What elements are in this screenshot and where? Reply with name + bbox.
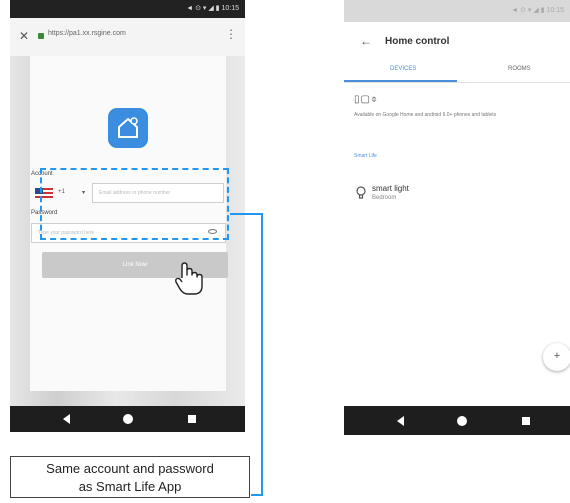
home-nav-icon[interactable] xyxy=(123,414,133,424)
menu-icon[interactable]: ⋮ xyxy=(225,27,237,41)
callout-line-1: Same account and password xyxy=(46,461,214,476)
phone-icon: ⌽ xyxy=(370,94,378,105)
instruction-callout: Same account and password as Smart Life … xyxy=(10,456,250,498)
page-title: Home control xyxy=(385,36,450,47)
recents-nav-icon[interactable] xyxy=(188,415,196,423)
url-text[interactable]: https://pa1.xx.rsgine.com xyxy=(48,30,126,37)
home-control-phone-screen: ◄ ⊙ ▾ ◢ ▮ 10:15 ← Home control DEVICES R… xyxy=(344,0,570,435)
status-bar: ◄ ⊙ ▾ ◢ ▮ 10:15 xyxy=(10,0,245,18)
android-nav-bar xyxy=(10,406,245,432)
android-nav-bar xyxy=(344,406,570,435)
display-icon: ▢ xyxy=(360,94,371,105)
credentials-highlight xyxy=(40,168,229,240)
close-icon[interactable]: ✕ xyxy=(19,29,29,43)
section-header: Smart Life xyxy=(354,153,377,159)
back-nav-icon[interactable] xyxy=(63,414,70,424)
add-button[interactable]: + xyxy=(543,343,570,371)
tab-rooms[interactable]: ROOMS xyxy=(508,66,531,72)
recents-nav-icon[interactable] xyxy=(522,417,530,425)
pointer-hand-icon xyxy=(175,262,203,295)
lock-icon xyxy=(38,33,44,39)
home-nav-icon[interactable] xyxy=(457,416,467,426)
divider xyxy=(344,82,570,83)
availability-note: Available on Google Home and android 6.0… xyxy=(354,112,497,118)
callout-connector xyxy=(230,213,263,215)
app-logo-icon xyxy=(108,108,148,148)
device-room: Bedroom xyxy=(372,195,397,201)
callout-connector xyxy=(251,494,263,496)
device-type-icons: ▯▢⌽ xyxy=(354,94,378,105)
light-bulb-icon xyxy=(356,186,366,199)
back-nav-icon[interactable] xyxy=(397,416,404,426)
device-name[interactable]: smart light xyxy=(372,184,409,193)
back-arrow-icon[interactable]: ← xyxy=(360,34,372,48)
status-bar: ◄ ⊙ ▾ ◢ ▮ 10:15 xyxy=(344,0,570,22)
address-bar: ✕ https://pa1.xx.rsgine.com ⋮ xyxy=(10,18,245,57)
callout-connector xyxy=(261,213,263,496)
callout-line-2: as Smart Life App xyxy=(78,479,182,494)
tab-devices[interactable]: DEVICES xyxy=(390,66,416,72)
